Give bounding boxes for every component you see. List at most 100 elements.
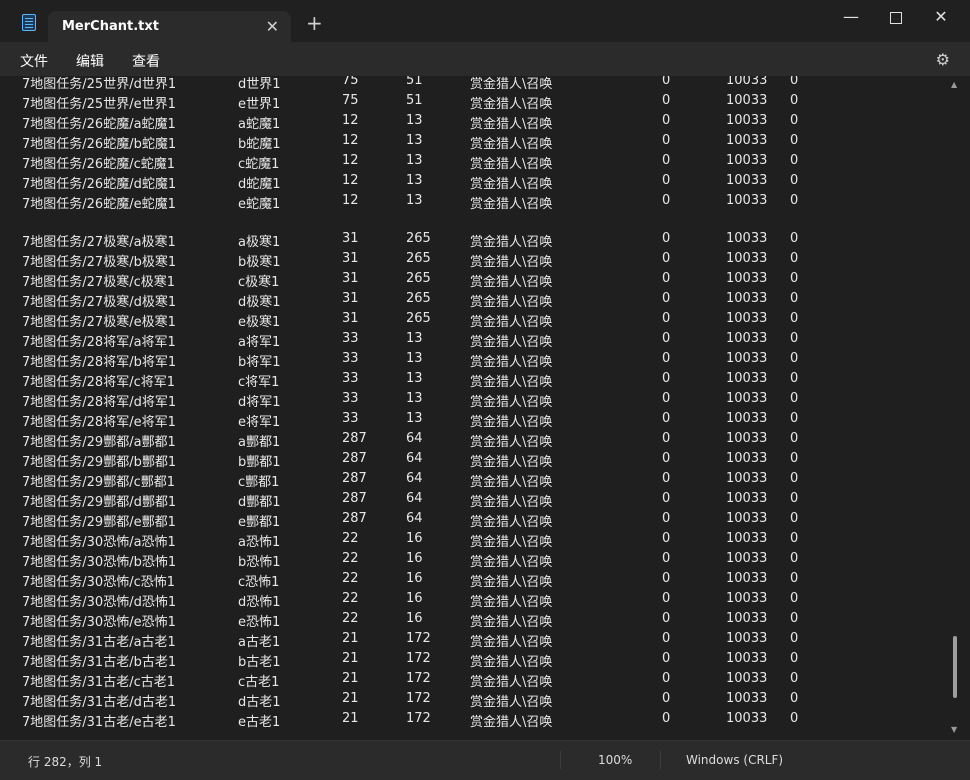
text-line[interactable]: 7地图任务/29酆都/a酆都1 a酆都1 287 64 赏金猎人\召唤 0 10033 0	[22, 430, 942, 450]
text-line[interactable]: 7地图任务/28将军/b将军1 b将军1 33 13 赏金猎人\召唤 0 10033 0	[22, 350, 942, 370]
line-field: 287	[342, 471, 367, 486]
text-line[interactable]: 7地图任务/30恐怖/b恐怖1 b恐怖1 22 16 赏金猎人\召唤 0 10033 0	[22, 550, 942, 570]
text-line[interactable]: 7地图任务/30恐怖/a恐怖1 a恐怖1 22 16 赏金猎人\召唤 0 10033 0	[22, 530, 942, 550]
line-field: 287	[342, 451, 367, 466]
text-line[interactable]: 7地图任务/27极寒/a极寒1 a极寒1 31 265 赏金猎人\召唤 0 10033 0	[22, 230, 942, 250]
text-line[interactable]: 7地图任务/27极寒/e极寒1 e极寒1 31 265 赏金猎人\召唤 0 10033 0	[22, 310, 942, 330]
text-line[interactable]: 7地图任务/30恐怖/c恐怖1 c恐怖1 22 16 赏金猎人\召唤 0 10033 0	[22, 570, 942, 590]
vertical-scrollbar[interactable]: ▲ ▼	[948, 76, 962, 740]
line-field: 10033	[726, 511, 768, 526]
line-field: 7地图任务/27极寒/b极寒1	[22, 255, 177, 270]
tab-close-icon[interactable]: ✕	[266, 17, 279, 36]
text-line[interactable]: 7地图任务/26蛇魔/a蛇魔1 a蛇魔1 12 13 赏金猎人\召唤 0 10033 0	[22, 112, 942, 132]
menu-view[interactable]: 查看	[132, 51, 160, 71]
line-field: 22	[342, 551, 359, 566]
text-line[interactable]: 7地图任务/25世界/d世界1 d世界1 75 51 赏金猎人\召唤 0 10033 0	[22, 76, 942, 92]
line-field: 21	[342, 671, 359, 686]
line-field: 10033	[726, 251, 768, 266]
new-tab-button[interactable]: +	[306, 13, 323, 33]
line-field: 赏金猎人\召唤	[470, 97, 553, 112]
line-field: 0	[662, 113, 671, 128]
text-line[interactable]: 7地图任务/28将军/d将军1 d将军1 33 13 赏金猎人\召唤 0 10033 0	[22, 390, 942, 410]
line-field: 265	[406, 291, 431, 306]
line-field: 22	[342, 571, 359, 586]
text-line[interactable]: 7地图任务/27极寒/d极寒1 d极寒1 31 265 赏金猎人\召唤 0 10033 0	[22, 290, 942, 310]
line-field: e将军1	[238, 415, 281, 430]
line-field: 22	[342, 611, 359, 626]
text-line[interactable]: 7地图任务/29酆都/e酆都1 e酆都1 287 64 赏金猎人\召唤 0 10033 0	[22, 510, 942, 530]
text-line[interactable]: 7地图任务/27极寒/c极寒1 c极寒1 31 265 赏金猎人\召唤 0 10033 0	[22, 270, 942, 290]
line-ending[interactable]: Windows (CRLF)	[686, 753, 783, 767]
title-bar: MerChant.txt ✕ + — ✕	[0, 0, 970, 42]
line-field: 0	[790, 331, 799, 346]
line-field: a古老1	[238, 635, 281, 650]
text-line[interactable]: 7地图任务/26蛇魔/d蛇魔1 d蛇魔1 12 13 赏金猎人\召唤 0 10033 0	[22, 172, 942, 192]
line-field: 0	[662, 711, 671, 726]
tab-merchant-txt[interactable]: MerChant.txt ✕	[48, 11, 291, 42]
text-line[interactable]: 7地图任务/29酆都/b酆都1 b酆都1 287 64 赏金猎人\召唤 0 10033 0	[22, 450, 942, 470]
line-field: 7地图任务/29酆都/a酆都1	[22, 435, 176, 450]
text-line[interactable]: 7地图任务/29酆都/c酆都1 c酆都1 287 64 赏金猎人\召唤 0 10033 0	[22, 470, 942, 490]
scrollbar-thumb[interactable]	[953, 636, 957, 698]
settings-gear-icon[interactable]: ⚙	[936, 50, 950, 69]
text-line[interactable]: 7地图任务/26蛇魔/c蛇魔1 c蛇魔1 12 13 赏金猎人\召唤 0 10033 0	[22, 152, 942, 172]
close-window-button[interactable]: ✕	[918, 6, 964, 28]
text-line[interactable]: 7地图任务/26蛇魔/e蛇魔1 e蛇魔1 12 13 赏金猎人\召唤 0 10033 0	[22, 192, 942, 212]
text-line[interactable]: 7地图任务/31古老/c古老1 c古老1 21 172 赏金猎人\召唤 0 10033 0	[22, 670, 942, 690]
text-line[interactable]: 7地图任务/30恐怖/d恐怖1 d恐怖1 22 16 赏金猎人\召唤 0 10033 0	[22, 590, 942, 610]
line-field: 22	[342, 531, 359, 546]
text-line[interactable]: 7地图任务/28将军/c将军1 c将军1 33 13 赏金猎人\召唤 0 10033 0	[22, 370, 942, 390]
text-line[interactable]: 7地图任务/31古老/b古老1 b古老1 21 172 赏金猎人\召唤 0 10033 0	[22, 650, 942, 670]
maximize-button[interactable]	[873, 6, 919, 28]
line-field: 0	[790, 451, 799, 466]
line-field: 7地图任务/28将军/b将军1	[22, 355, 177, 370]
line-field: 265	[406, 271, 431, 286]
line-field: 0	[790, 651, 799, 666]
text-line[interactable]	[22, 212, 942, 230]
line-field: 33	[342, 371, 359, 386]
line-field: c将军1	[238, 375, 280, 390]
text-line[interactable]: 7地图任务/26蛇魔/b蛇魔1 b蛇魔1 12 13 赏金猎人\召唤 0 10033 0	[22, 132, 942, 152]
minimize-button[interactable]: —	[828, 6, 874, 28]
line-field: 10033	[726, 76, 768, 88]
text-line[interactable]: 7地图任务/29酆都/d酆都1 d酆都1 287 64 赏金猎人\召唤 0 10033 0	[22, 490, 942, 510]
text-line[interactable]: 7地图任务/31古老/e古老1 e古老1 21 172 赏金猎人\召唤 0 10033 0	[22, 710, 942, 730]
line-field: 7地图任务/26蛇魔/d蛇魔1	[22, 177, 177, 192]
line-field: 10033	[726, 471, 768, 486]
line-field: 10033	[726, 451, 768, 466]
line-field: 287	[342, 511, 367, 526]
text-line[interactable]: 7地图任务/30恐怖/e恐怖1 e恐怖1 22 16 赏金猎人\召唤 0 10033 0	[22, 610, 942, 630]
line-field: 64	[406, 511, 423, 526]
line-field: 22	[342, 591, 359, 606]
line-field: b将军1	[238, 355, 281, 370]
line-field: 0	[662, 691, 671, 706]
text-line[interactable]: 7地图任务/27极寒/b极寒1 b极寒1 31 265 赏金猎人\召唤 0 10033 0	[22, 250, 942, 270]
menu-file[interactable]: 文件	[20, 51, 48, 71]
line-field: 10033	[726, 291, 768, 306]
line-field: 0	[662, 153, 671, 168]
line-field: 0	[790, 551, 799, 566]
line-field: d酆都1	[238, 495, 281, 510]
line-field: 0	[662, 451, 671, 466]
scroll-down-arrow-icon[interactable]: ▼	[951, 725, 957, 734]
text-line[interactable]: 7地图任务/31古老/d古老1 d古老1 21 172 赏金猎人\召唤 0 10033 0	[22, 690, 942, 710]
text-editor[interactable]: 7地图任务/25世界/d世界1 d世界1 75 51 赏金猎人\召唤 0 10033 0 7地图…	[0, 76, 970, 740]
menu-edit[interactable]: 编辑	[76, 51, 104, 71]
line-field: 10033	[726, 591, 768, 606]
line-field: 7地图任务/28将军/a将军1	[22, 335, 176, 350]
scroll-up-arrow-icon[interactable]: ▲	[951, 80, 957, 89]
text-line[interactable]: 7地图任务/28将军/e将军1 e将军1 33 13 赏金猎人\召唤 0 10033 0	[22, 410, 942, 430]
line-field: b蛇魔1	[238, 137, 281, 152]
text-content[interactable]: 7地图任务/25世界/d世界1 d世界1 75 51 赏金猎人\召唤 0 10033 0 7地图…	[22, 76, 942, 740]
line-field: 赏金猎人\召唤	[470, 295, 553, 310]
text-line[interactable]: 7地图任务/28将军/a将军1 a将军1 33 13 赏金猎人\召唤 0 10033 0	[22, 330, 942, 350]
text-line[interactable]: 7地图任务/25世界/e世界1 e世界1 75 51 赏金猎人\召唤 0 10033 0	[22, 92, 942, 112]
line-field: 12	[342, 173, 359, 188]
zoom-level[interactable]: 100%	[598, 753, 632, 767]
line-field: 0	[790, 173, 799, 188]
line-field: 0	[662, 271, 671, 286]
text-line[interactable]: 7地图任务/31古老/a古老1 a古老1 21 172 赏金猎人\召唤 0 10033 0	[22, 630, 942, 650]
line-field: 赏金猎人\召唤	[470, 177, 553, 192]
line-field: 赏金猎人\召唤	[470, 615, 553, 630]
line-field: 33	[342, 351, 359, 366]
